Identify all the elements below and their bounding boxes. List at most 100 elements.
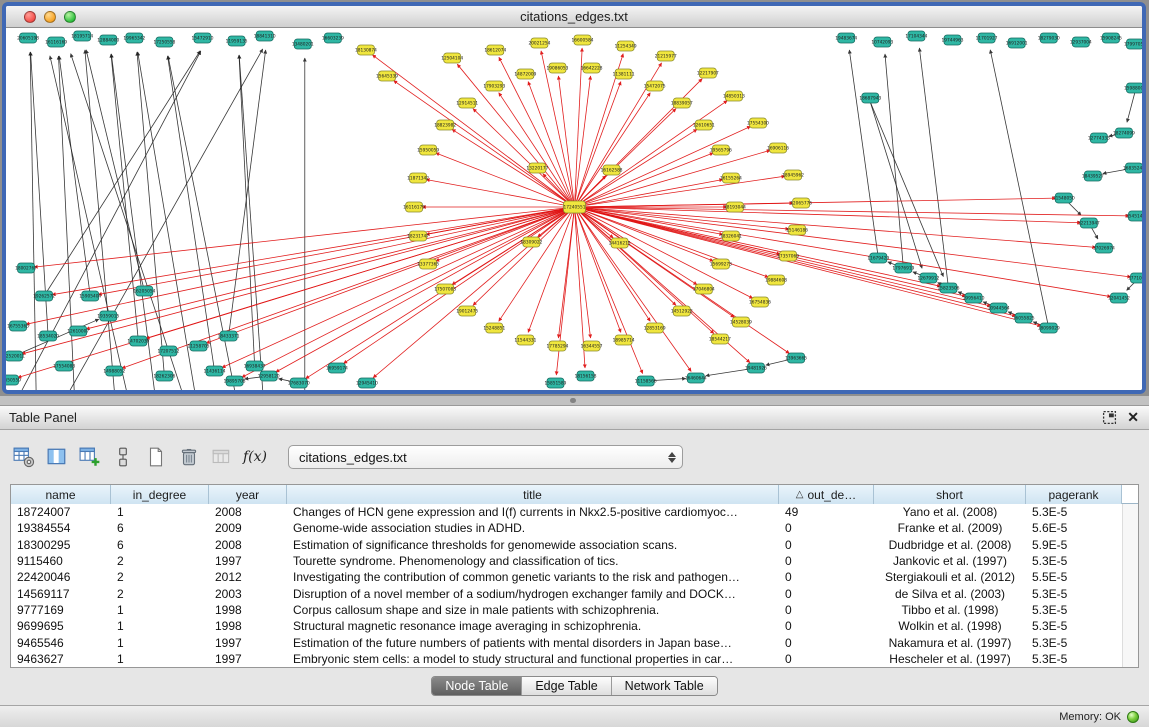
column-header-name[interactable]: name [11,485,111,504]
graph-node[interactable]: 18433371 [218,331,240,341]
graph-node[interactable]: 12958120 [258,371,280,381]
show-columns-icon[interactable] [43,443,71,471]
network-view[interactable]: 1819304416155264195657961261065118839057… [6,28,1142,390]
graph-node[interactable]: 15988002 [1124,83,1142,93]
graph-node[interactable]: 19744963 [942,35,964,45]
graph-node[interactable]: 13963665 [785,353,807,363]
graph-node[interactable]: 12520011 [6,351,25,361]
graph-node[interactable]: 12679912 [917,273,939,283]
graph-node[interactable]: 17554300 [747,118,769,128]
graph-node[interactable]: 16116169 [45,37,67,47]
graph-node[interactable]: 16938437 [244,361,266,371]
graph-node[interactable]: 11871342 [407,173,429,183]
table-row[interactable]: 969969511998Structural magnetic resonanc… [11,618,1122,634]
graph-node[interactable]: 18841310 [254,31,276,41]
graph-node[interactable]: 11544331 [514,335,536,345]
table-row[interactable]: 1938455462009Genome-wide association stu… [11,520,1122,536]
column-header-pagerank[interactable]: pagerank [1026,485,1122,504]
graph-node[interactable]: 19565796 [710,145,732,155]
graph-node[interactable]: 18193044 [724,202,746,212]
graph-node[interactable]: 17997052 [1124,39,1142,49]
graph-node[interactable]: 13377365 [417,259,439,269]
network-canvas[interactable]: 1819304416155264195657961261065118839057… [6,28,1142,390]
table-row[interactable]: 1872400712008Changes of HCN gene express… [11,504,1122,520]
graph-node[interactable]: 19650559 [6,375,21,385]
graph-node[interactable]: 14872009 [514,69,536,79]
graph-node[interactable]: 19012475 [456,306,478,316]
graph-node[interactable]: 17710343 [1128,273,1142,283]
graph-node[interactable]: 18309022 [520,237,542,247]
graph-node[interactable]: 11679429 [867,253,889,263]
graph-node[interactable]: 11381111 [613,69,635,79]
graph-node[interactable]: 13480201 [292,39,314,49]
float-panel-icon[interactable] [1102,410,1117,425]
table-row[interactable]: 1830029562008Estimation of significance … [11,537,1122,553]
graph-node[interactable]: 12504104 [441,53,463,63]
graph-node[interactable]: 15472075 [644,81,666,91]
graph-node[interactable]: 16959174 [326,363,348,373]
graph-node[interactable]: 14512922 [671,306,693,316]
graph-node[interactable]: 12945410 [356,378,378,388]
graph-node[interactable]: 12217907 [697,68,719,78]
panel-splitter[interactable] [0,396,1149,405]
graph-node[interactable]: 11959135 [226,36,248,46]
graph-node[interactable]: 12884000 [97,35,119,45]
graph-node[interactable]: 11254349 [615,41,637,51]
table-row[interactable]: 2242004622012Investigating the contribut… [11,569,1122,585]
graph-node[interactable]: 16205054 [133,286,155,296]
minimize-window-icon[interactable] [44,11,56,23]
graph-node[interactable]: 11701927 [976,33,998,43]
graph-node[interactable]: 19483674 [835,33,857,43]
graph-node[interactable]: 19884608 [765,275,787,285]
tab-node-table[interactable]: Node Table [432,677,522,695]
graph-node[interactable]: 18156158 [575,371,597,381]
zoom-window-icon[interactable] [64,11,76,23]
graph-node[interactable]: 12213947 [1078,218,1100,228]
graph-node[interactable]: 17104344 [905,31,927,41]
graph-node[interactable]: 16835249 [1123,163,1142,173]
graph-node[interactable]: 18985714 [613,335,635,345]
create-column-icon[interactable] [76,443,104,471]
row-mode-icon[interactable] [109,443,137,471]
graph-node[interactable]: 15699273 [710,259,732,269]
graph-node[interactable]: 13220177 [526,163,548,173]
graph-node[interactable]: 15451426 [1126,211,1142,221]
graph-node[interactable]: 16642228 [581,63,603,73]
graph-node[interactable]: 16603239 [322,33,344,43]
graph-node[interactable]: 18544217 [709,334,731,344]
graph-node[interactable]: 17903293 [483,81,505,91]
graph-node[interactable]: 12937004 [1070,37,1092,47]
graph-node[interactable]: 11548050 [1053,193,1075,203]
graph-node[interactable]: 18195714 [71,31,93,41]
graph-node[interactable]: 19359015 [97,311,119,321]
tab-edge-table[interactable]: Edge Table [522,677,611,695]
table-row[interactable]: 946554611997Estimation of the future num… [11,634,1122,650]
import-table-icon[interactable] [208,443,236,471]
graph-node[interactable]: 12853169 [644,323,666,333]
graph-node[interactable]: 17683070 [288,378,310,388]
graph-node[interactable]: 14416215 [609,238,631,248]
graph-node[interactable]: 18274099 [1113,128,1135,138]
graph-node[interactable]: 16460644 [685,373,707,383]
graph-node[interactable]: 21215977 [655,51,677,61]
close-window-icon[interactable] [24,11,36,23]
graph-node[interactable]: 11436114 [204,366,226,376]
graph-node[interactable]: 11258705 [188,341,210,351]
graph-node[interactable]: 15248851 [483,323,505,333]
graph-node[interactable]: 14988052 [103,366,125,376]
graph-node[interactable]: 17976919 [892,263,914,273]
graph-node[interactable]: 19262572 [33,291,55,301]
column-header-short[interactable]: short [874,485,1026,504]
graph-node[interactable]: 19965342 [123,33,145,43]
graph-node[interactable]: 11158566 [635,376,657,386]
graph-node[interactable]: 14702039 [127,336,149,346]
graph-node[interactable]: 16116179 [403,202,425,212]
graph-node[interactable]: 16754836 [749,297,771,307]
graph-node[interactable]: 17046804 [693,284,715,294]
graph-node[interactable]: 15950059 [417,145,439,155]
graph-node[interactable]: 19481926 [745,363,767,373]
graph-node[interactable]: 17357069 [777,251,799,261]
graph-node[interactable]: 18687943 [859,93,881,103]
delete-table-icon[interactable] [175,443,203,471]
table-source-select[interactable]: citations_edges.txt [288,445,683,469]
